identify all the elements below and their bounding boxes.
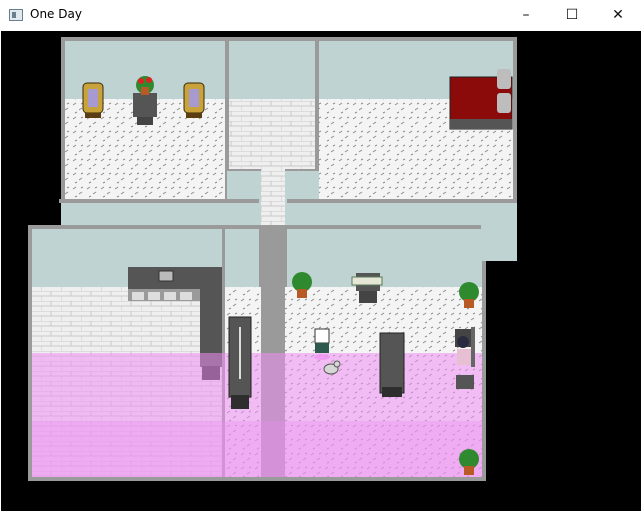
game-viewport[interactable]: [1, 31, 641, 511]
minimize-button[interactable]: –: [503, 0, 549, 31]
lounge-bench[interactable]: [379, 332, 405, 397]
title-bar[interactable]: One Day – ☐ ✕: [0, 0, 642, 31]
lounge-wall: [287, 229, 482, 287]
fridge[interactable]: [228, 316, 252, 409]
bed[interactable]: [449, 69, 513, 130]
maximize-button[interactable]: ☐: [549, 0, 595, 31]
upper-middle-room-wall: [229, 41, 315, 99]
window-app-icon: [9, 9, 23, 21]
player-character[interactable]: [314, 328, 330, 360]
window-title: One Day: [30, 7, 82, 21]
game-map: [1, 31, 641, 511]
armchair-left[interactable]: [82, 82, 104, 118]
close-button[interactable]: ✕: [595, 0, 641, 31]
npc-character[interactable]: [455, 327, 475, 389]
armchair-right[interactable]: [183, 82, 205, 118]
upper-middle-room-floor: [229, 99, 315, 169]
game-window: One Day – ☐ ✕: [0, 0, 642, 512]
